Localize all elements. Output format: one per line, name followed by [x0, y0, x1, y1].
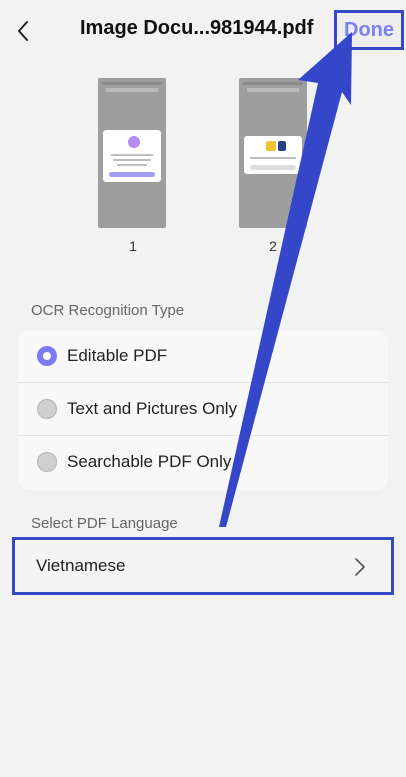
done-button[interactable]: Done	[334, 10, 404, 50]
chevron-right-icon	[355, 558, 365, 576]
thumbnail-header	[106, 88, 158, 92]
app-icon	[278, 141, 286, 151]
ocr-option-text-and-pictures[interactable]: Text and Pictures Only	[18, 383, 388, 435]
thumbnail-dialog-button	[109, 172, 155, 177]
thumbnail-text-line	[250, 157, 296, 159]
ocr-option-label: Searchable PDF Only	[67, 452, 232, 471]
navigation-bar: Image Docu...981944.pdf Done	[0, 0, 406, 62]
thumbnail-text-line	[113, 159, 151, 161]
thumbnail-status-bar	[243, 82, 303, 85]
celebration-icon	[128, 136, 140, 148]
ocr-options-card: Editable PDF Text and Pictures Only Sear…	[18, 330, 388, 490]
thumbnail-dialog	[103, 130, 161, 182]
thumbnail-status-bar	[102, 82, 162, 85]
language-section-title: Select PDF Language	[31, 515, 178, 532]
warning-icon	[266, 141, 276, 151]
radio-unselected-icon[interactable]	[37, 399, 57, 419]
language-value: Vietnamese	[36, 556, 126, 575]
ocr-option-editable-pdf[interactable]: Editable PDF	[18, 330, 388, 382]
page-thumbnail-2[interactable]	[239, 78, 307, 228]
page-number-1: 1	[129, 238, 137, 254]
chevron-left-icon	[18, 21, 28, 41]
ocr-section-title: OCR Recognition Type	[31, 302, 185, 319]
ocr-option-searchable-pdf[interactable]: Searchable PDF Only	[18, 436, 388, 488]
radio-selected-icon[interactable]	[37, 346, 57, 366]
ocr-option-label: Editable PDF	[67, 346, 168, 365]
thumbnail-dialog-button	[250, 165, 296, 170]
thumbnail-text-line	[111, 154, 153, 156]
thumbnail-header	[247, 88, 299, 92]
thumbnail-text-line	[117, 164, 147, 166]
language-selector[interactable]: Vietnamese	[12, 537, 394, 595]
thumbnail-dialog	[244, 136, 302, 174]
page-number-2: 2	[269, 238, 277, 254]
page-title: Image Docu...981944.pdf	[80, 17, 314, 39]
ocr-option-label: Text and Pictures Only	[67, 399, 238, 418]
back-button[interactable]	[10, 14, 36, 48]
radio-unselected-icon[interactable]	[37, 452, 57, 472]
page-thumbnail-1[interactable]	[98, 78, 166, 228]
